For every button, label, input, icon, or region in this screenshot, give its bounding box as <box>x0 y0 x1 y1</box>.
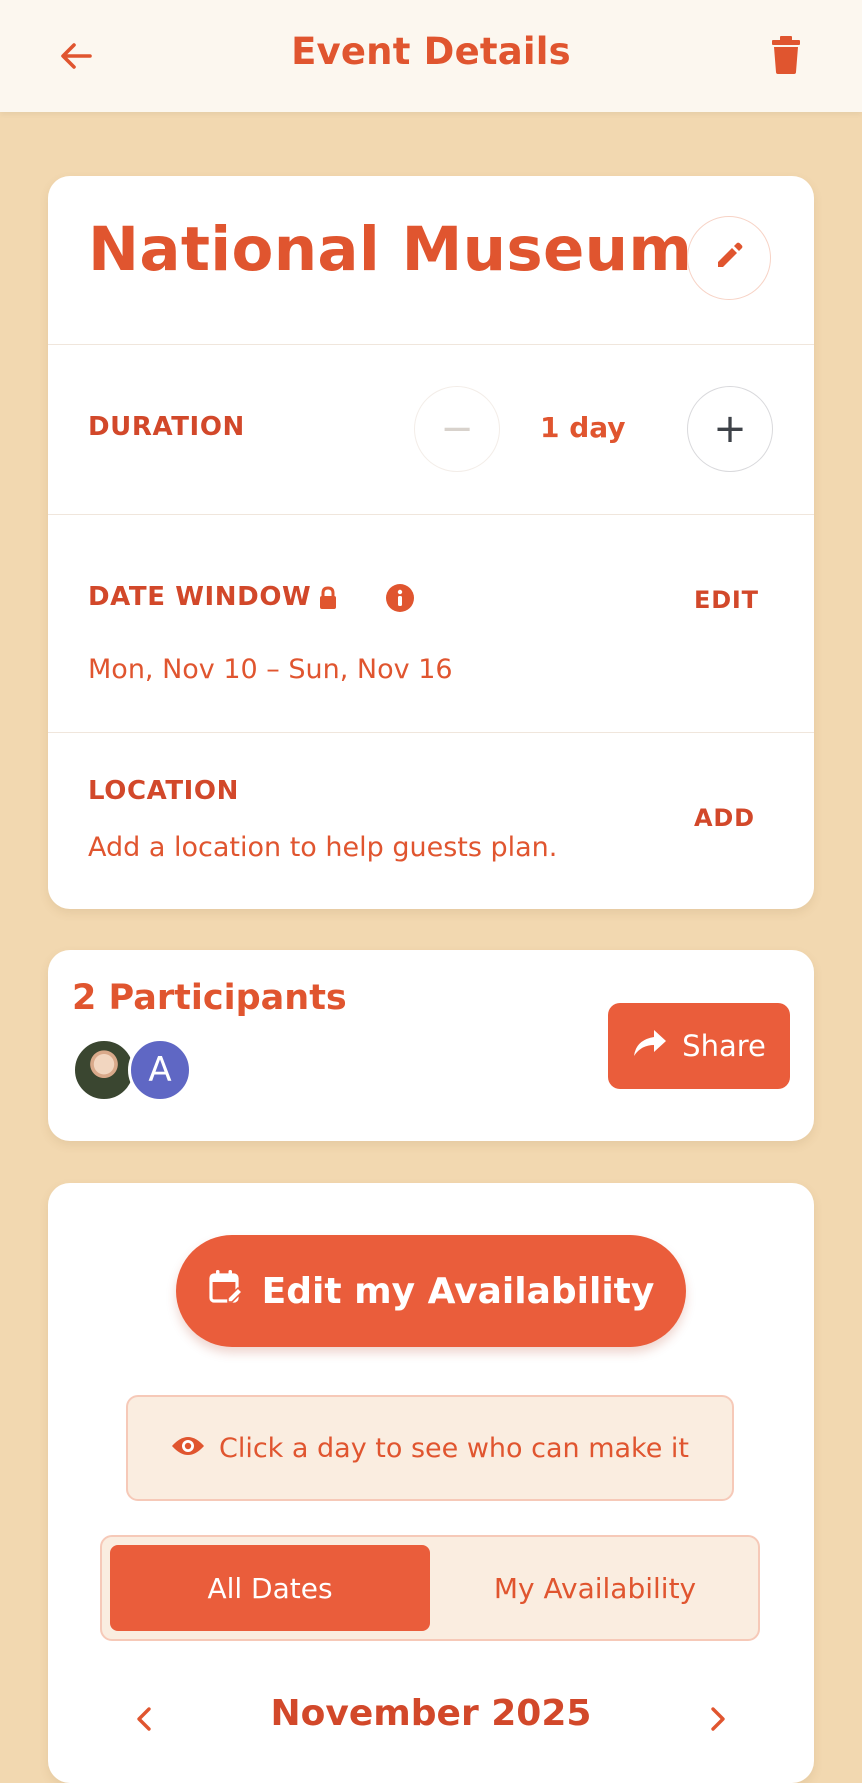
date-window-label: DATE WINDOW <box>88 582 312 612</box>
avatar-initial: A <box>148 1050 172 1090</box>
top-app-bar: Event Details <box>0 0 862 112</box>
participants-card: 2 Participants A Share <box>48 950 814 1141</box>
location-label: LOCATION <box>88 776 239 806</box>
page-title: Event Details <box>291 30 571 73</box>
avatar: A <box>128 1038 192 1102</box>
duration-value: 1 day <box>540 411 626 444</box>
share-arrow-icon <box>632 1028 668 1065</box>
availability-card: Edit my Availability Click a day to see … <box>48 1183 814 1783</box>
share-label: Share <box>682 1029 766 1063</box>
duration-label: DURATION <box>88 412 245 442</box>
add-location-button[interactable]: ADD <box>694 804 755 832</box>
minus-icon: − <box>440 406 474 452</box>
divider <box>48 514 814 515</box>
chevron-right-icon[interactable] <box>698 1699 738 1739</box>
pencil-icon <box>714 241 744 275</box>
tab-all-dates[interactable]: All Dates <box>110 1545 430 1631</box>
edit-date-window-button[interactable]: EDIT <box>694 586 759 614</box>
event-details-card: National Museum DURATION − 1 day + DATE … <box>48 176 814 909</box>
calendar-edit-icon <box>208 1269 244 1314</box>
event-title: National Museum <box>88 214 693 285</box>
share-button[interactable]: Share <box>608 1003 790 1089</box>
edit-availability-button[interactable]: Edit my Availability <box>176 1235 686 1347</box>
plus-icon: + <box>713 406 747 452</box>
avatar <box>72 1038 136 1102</box>
info-icon[interactable] <box>386 584 414 616</box>
increase-duration-button[interactable]: + <box>687 386 773 472</box>
date-window-value: Mon, Nov 10 – Sun, Nov 16 <box>88 654 453 685</box>
hint-text: Click a day to see who can make it <box>218 1432 690 1464</box>
trash-icon[interactable] <box>770 36 802 74</box>
tab-my-availability[interactable]: My Availability <box>438 1545 752 1631</box>
edit-availability-label: Edit my Availability <box>261 1270 655 1312</box>
participants-count: 2 Participants <box>72 978 347 1018</box>
divider <box>48 344 814 345</box>
view-toggle: All Dates My Availability <box>100 1535 760 1641</box>
lock-icon <box>318 586 338 614</box>
decrease-duration-button[interactable]: − <box>414 386 500 472</box>
edit-event-name-button[interactable] <box>687 216 771 300</box>
divider <box>48 732 814 733</box>
eye-icon <box>171 1433 205 1464</box>
location-placeholder: Add a location to help guests plan. <box>88 832 558 863</box>
hint-banner: Click a day to see who can make it <box>126 1395 734 1501</box>
